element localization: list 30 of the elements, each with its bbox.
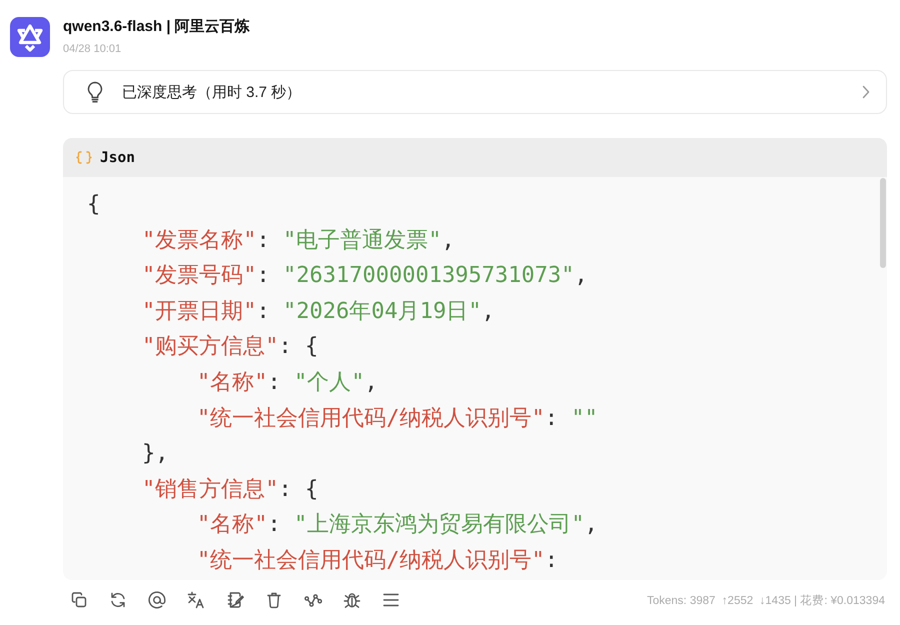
- code-line: "名称": "个人",: [197, 368, 378, 397]
- code-line: "统一社会信用代码/纳税人识别号":: [197, 546, 558, 575]
- trash-icon[interactable]: [265, 591, 283, 609]
- code-line: "名称": "上海京东鸿为贸易有限公司",: [197, 511, 598, 540]
- refresh-icon[interactable]: [109, 591, 127, 609]
- code-line: "统一社会信用代码/纳税人识别号": "": [197, 404, 598, 433]
- menu-icon[interactable]: [382, 591, 400, 609]
- translate-icon[interactable]: [187, 591, 205, 609]
- lightbulb-icon: [86, 81, 104, 103]
- model-name: qwen3.6-flash | 阿里云百炼: [63, 17, 250, 37]
- bug-icon[interactable]: [343, 591, 361, 609]
- thinking-toggle[interactable]: 已深度思考（用时 3.7 秒）: [63, 70, 887, 114]
- notebook-pencil-icon[interactable]: [226, 591, 244, 609]
- at-sign-icon[interactable]: [148, 591, 166, 609]
- braces-icon: [76, 151, 92, 164]
- code-line: "购买方信息": {: [142, 333, 318, 362]
- copy-icon[interactable]: [70, 591, 88, 609]
- code-line: "发票名称": "电子普通发票",: [142, 226, 455, 255]
- code-line: "发票号码": "26317000001395731073",: [142, 262, 588, 290]
- usage-stats: Tokens: 3987 ↑2552 ↓1435 | 花费: ¥0.013394: [647, 594, 885, 608]
- scrollbar-thumb[interactable]: [880, 178, 886, 268]
- nodes-icon[interactable]: [304, 591, 322, 609]
- code-line: },: [142, 440, 168, 468]
- code-language: Json: [100, 150, 135, 166]
- code-line: {: [87, 191, 100, 219]
- code-line: "开票日期": "2026年04月19日",: [142, 298, 495, 326]
- logo-icon: [10, 17, 50, 57]
- message-time: 04/28 10:01: [63, 42, 122, 56]
- code-line: "销售方信息": {: [142, 476, 318, 504]
- chevron-right-icon: [862, 85, 870, 99]
